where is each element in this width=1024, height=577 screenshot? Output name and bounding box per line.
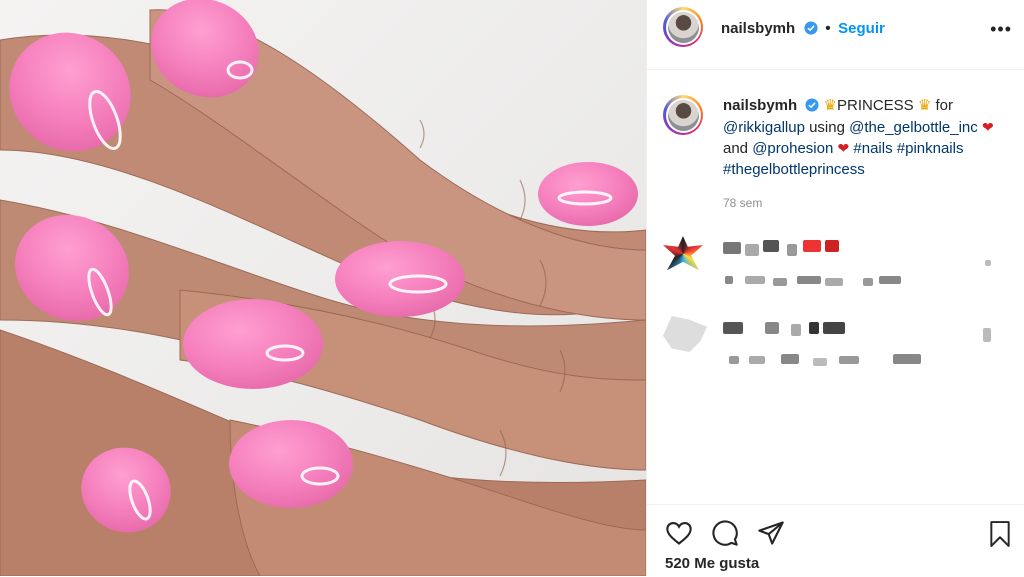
heart-emoji-icon: ❤ (981, 118, 994, 135)
comment-row (663, 236, 1013, 296)
caption-text: for (935, 97, 953, 114)
avatar[interactable] (663, 7, 703, 47)
commenter-avatar[interactable] (663, 316, 707, 352)
username-link[interactable]: nailsbymh (721, 20, 795, 37)
mention-link[interactable]: @rikkigallup (723, 119, 805, 136)
nails-image (0, 0, 646, 576)
comment-row (663, 316, 1013, 376)
post-sidebar: nailsbymh • Seguir ••• nailsbymh ♛PRINCE… (646, 0, 1024, 576)
share-icon[interactable] (757, 519, 785, 547)
avatar-image (667, 11, 699, 43)
mention-link[interactable]: @prohesion (752, 140, 833, 157)
hashtag-link[interactable]: #nails (853, 140, 892, 157)
mention-link[interactable]: @the_gelbottle_inc (849, 119, 978, 136)
crown-icon: ♛ (823, 97, 837, 114)
separator-dot: • (825, 20, 831, 37)
hashtag-link[interactable]: #thegelbottleprincess (723, 161, 865, 178)
heart-emoji-icon: ❤ (837, 140, 850, 156)
crown-icon: ♛ (917, 97, 932, 114)
avatar-image (667, 99, 699, 131)
post-photo[interactable] (0, 0, 646, 576)
post-caption: nailsbymh ♛PRINCESS ♛ for @rikkigallup u… (723, 96, 1015, 180)
commenter-avatar[interactable] (663, 236, 703, 271)
caption-text: and (723, 140, 749, 157)
hashtag-link[interactable]: #pinknails (897, 140, 964, 157)
post-header: nailsbymh • Seguir ••• (647, 0, 1024, 70)
verified-badge-icon (805, 98, 819, 112)
comment-icon[interactable] (711, 519, 739, 547)
heart-icon[interactable] (665, 519, 693, 547)
more-options-icon[interactable]: ••• (990, 19, 1012, 40)
caption-avatar[interactable] (663, 95, 703, 135)
verified-badge-icon (804, 21, 818, 35)
caption-username[interactable]: nailsbymh (723, 97, 797, 114)
likes-count[interactable]: 520 Me gusta (665, 555, 759, 572)
follow-button[interactable]: Seguir (838, 20, 885, 37)
caption-text: using (809, 118, 845, 136)
caption-title: PRINCESS (836, 97, 914, 114)
bookmark-icon[interactable] (987, 519, 1013, 549)
post-timestamp[interactable]: 78 sem (723, 196, 762, 210)
